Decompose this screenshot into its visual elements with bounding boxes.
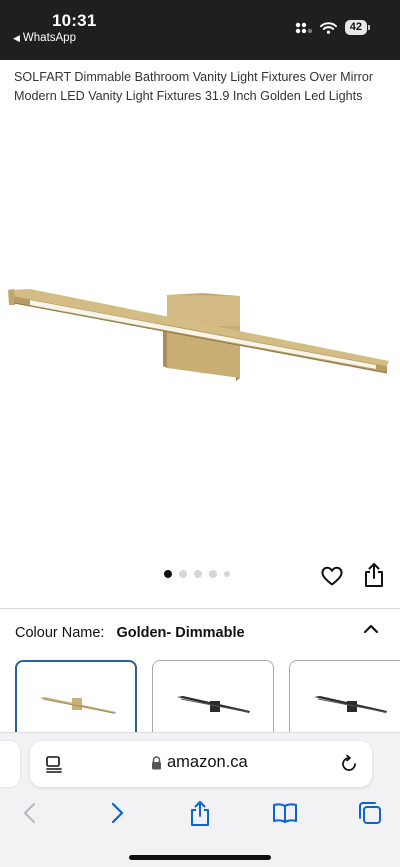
black-fixture-thumbnail: [177, 696, 250, 713]
browser-toolbar: amazon.ca: [0, 732, 400, 867]
colour-name-value: Golden- Dimmable: [116, 625, 245, 641]
address-bar[interactable]: amazon.ca: [30, 741, 372, 787]
battery-icon: 42: [344, 20, 370, 35]
product-image[interactable]: [0, 130, 400, 560]
image-carousel-dots[interactable]: [164, 570, 230, 578]
previous-tab-peek[interactable]: [0, 741, 20, 787]
heart-icon[interactable]: [320, 564, 344, 588]
colour-name-label: Colour Name:: [15, 625, 105, 641]
carousel-dot[interactable]: [194, 570, 202, 578]
back-app-label: WhatsApp: [22, 32, 76, 44]
section-divider: [0, 608, 400, 609]
back-triangle-icon: ◀: [13, 32, 20, 43]
page-menu-icon[interactable]: [44, 754, 64, 774]
golden-fixture-thumbnail: [39, 697, 116, 714]
carousel-dot[interactable]: [224, 571, 230, 577]
status-bar: 10:31 ◀ WhatsApp 42: [0, 0, 400, 60]
swatch-black[interactable]: [152, 660, 274, 740]
forward-icon[interactable]: [103, 799, 131, 827]
back-icon[interactable]: [16, 799, 44, 827]
status-icons: 42: [295, 20, 370, 35]
black-alt-fixture-thumbnail: [314, 696, 387, 713]
status-time: 10:31: [52, 11, 97, 30]
back-to-app-link[interactable]: ◀ WhatsApp: [13, 32, 76, 44]
colour-name-row: Colour Name: Golden- Dimmable: [15, 625, 245, 641]
carousel-dot[interactable]: [209, 570, 217, 578]
lock-icon: [152, 756, 161, 770]
carousel-dot[interactable]: [179, 570, 187, 578]
url-text: amazon.ca: [167, 753, 248, 771]
signal-icon: [295, 22, 312, 33]
share-icon[interactable]: [362, 562, 386, 588]
chevron-up-icon[interactable]: [362, 622, 380, 636]
home-indicator[interactable]: [129, 855, 271, 860]
reload-icon[interactable]: [339, 754, 359, 774]
swatch-black-alt[interactable]: [289, 660, 400, 740]
share-page-icon[interactable]: [186, 799, 214, 827]
bookmarks-icon[interactable]: [271, 799, 299, 827]
swatch-golden[interactable]: [15, 660, 137, 740]
product-title[interactable]: SOLFART Dimmable Bathroom Vanity Light F…: [14, 68, 386, 105]
battery-level: 42: [344, 20, 367, 35]
wifi-icon: [319, 21, 337, 34]
carousel-dot[interactable]: [164, 570, 172, 578]
tabs-icon[interactable]: [356, 799, 384, 827]
